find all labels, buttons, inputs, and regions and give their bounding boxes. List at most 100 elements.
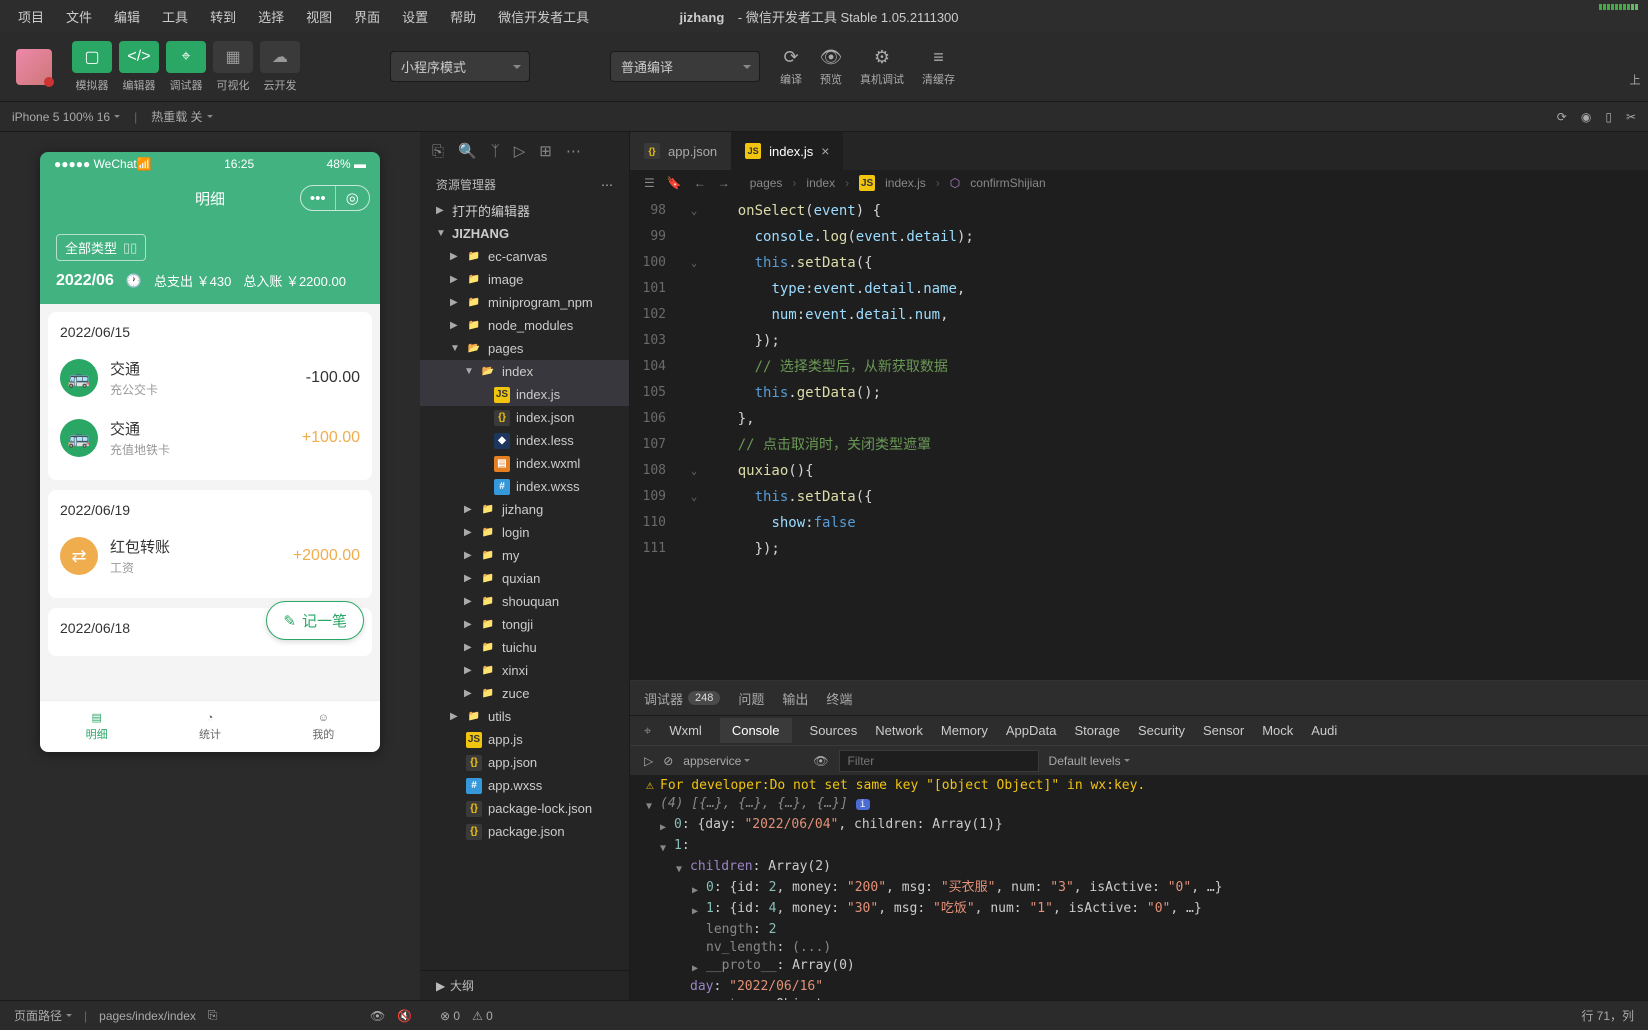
tree-item-xinxi[interactable]: ▶📁xinxi xyxy=(420,659,629,682)
type-filter-button[interactable]: 全部类型 ▯▯ xyxy=(56,234,146,261)
tree-item-utils[interactable]: ▶📁utils xyxy=(420,705,629,728)
volume-icon[interactable]: 🔇 xyxy=(397,1009,412,1023)
user-avatar[interactable] xyxy=(16,49,52,85)
visual-toggle[interactable]: ▦可视化 xyxy=(213,41,253,93)
hotreload-select[interactable]: 热重载 关 xyxy=(151,108,212,125)
devtools-subtab-mock[interactable]: Mock xyxy=(1262,718,1293,743)
tree-item-zuce[interactable]: ▶📁zuce xyxy=(420,682,629,705)
tree-item-login[interactable]: ▶📁login xyxy=(420,521,629,544)
tree-item-index.wxml[interactable]: ▤index.wxml xyxy=(420,452,629,475)
code-editor[interactable]: 98⌄ onSelect(event) {99 console.log(even… xyxy=(630,196,1648,680)
capsule-buttons[interactable]: •••◎ xyxy=(300,185,370,211)
menu-goto[interactable]: 转到 xyxy=(200,3,246,30)
tab-stats[interactable]: ◔统计 xyxy=(153,701,266,752)
simulator-toggle[interactable]: ▢模拟器 xyxy=(72,41,112,93)
editor-tab-index.js[interactable]: JS index.js× xyxy=(731,132,843,170)
device-icon[interactable]: ▯ xyxy=(1605,110,1612,124)
devtools-subtab-sensor[interactable]: Sensor xyxy=(1203,718,1244,743)
clear-cache-button[interactable]: ≡清缓存 xyxy=(922,46,955,87)
more-icon[interactable]: ⋯ xyxy=(566,142,581,160)
bc-pages[interactable]: pages xyxy=(750,176,783,190)
toggle-panel-icon[interactable]: ☰ xyxy=(644,176,655,190)
preview-button[interactable]: 👁预览 xyxy=(820,46,842,87)
git-icon[interactable]: ᛉ xyxy=(491,143,500,160)
dt-tab-problems[interactable]: 问题 xyxy=(738,689,764,708)
remote-debug-button[interactable]: ⚙真机调试 xyxy=(860,46,904,87)
compile-dropdown[interactable]: 普通编译 xyxy=(610,51,760,82)
compile-button[interactable]: ⟳编译 xyxy=(780,46,802,87)
menu-view[interactable]: 视图 xyxy=(296,3,342,30)
tree-item-my[interactable]: ▶📁my xyxy=(420,544,629,567)
search-icon[interactable]: 🔍 xyxy=(458,142,477,160)
devtools-subtab-console[interactable]: Console xyxy=(720,718,792,743)
warning-count[interactable]: ⚠ 0 xyxy=(472,1009,493,1023)
ext-icon[interactable]: ⊞ xyxy=(539,142,552,160)
record-item[interactable]: ⇄红包转账工资+2000.00 xyxy=(60,526,360,586)
forward-icon[interactable]: → xyxy=(718,176,730,190)
inspect-icon[interactable]: ⌖ xyxy=(644,723,651,739)
tree-item-index.js[interactable]: JSindex.js xyxy=(420,383,629,406)
dt-tab-debugger[interactable]: 调试器248 xyxy=(644,689,720,708)
tree-item-package-lock.json[interactable]: {}package-lock.json xyxy=(420,797,629,820)
outline-section[interactable]: ▶大纲 xyxy=(420,970,629,1000)
copy-icon[interactable]: ⎘ xyxy=(208,1008,218,1023)
tree-item-app.wxss[interactable]: #app.wxss xyxy=(420,774,629,797)
records-scroll[interactable]: 2022/06/15🚌交通充公交卡-100.00🚌交通充值地铁卡+100.002… xyxy=(40,304,380,700)
tree-item-tongji[interactable]: ▶📁tongji xyxy=(420,613,629,636)
menu-help[interactable]: 帮助 xyxy=(440,3,486,30)
bc-index[interactable]: index xyxy=(806,176,835,190)
menu-file[interactable]: 文件 xyxy=(56,3,102,30)
page-path-label[interactable]: 页面路径 xyxy=(14,1007,72,1024)
devtools-subtab-wxml[interactable]: Wxml xyxy=(669,718,702,743)
menu-edit[interactable]: 编辑 xyxy=(104,3,150,30)
eye-icon[interactable]: 👁 xyxy=(813,754,828,768)
device-select[interactable]: iPhone 5 100% 16 xyxy=(12,110,120,124)
tree-item-index[interactable]: ▼📂index xyxy=(420,360,629,383)
more-icon[interactable]: ••• xyxy=(301,186,336,210)
refresh-icon[interactable]: ⟳ xyxy=(1557,110,1567,124)
cut-icon[interactable]: ✂ xyxy=(1626,110,1636,124)
bookmark-icon[interactable]: 🔖 xyxy=(667,176,682,190)
tab-my[interactable]: ☺我的 xyxy=(267,701,380,752)
tree-item-pages[interactable]: ▼📂pages xyxy=(420,337,629,360)
tree-item-package.json[interactable]: {}package.json xyxy=(420,820,629,843)
tab-detail[interactable]: ▤明细 xyxy=(40,701,153,752)
devtools-subtab-appdata[interactable]: AppData xyxy=(1006,718,1057,743)
tree-item-miniprogram_npm[interactable]: ▶📁miniprogram_npm xyxy=(420,291,629,314)
tree-item-quxian[interactable]: ▶📁quxian xyxy=(420,567,629,590)
error-count[interactable]: ⊗ 0 xyxy=(440,1009,460,1023)
tree-item-jizhang[interactable]: ▶📁jizhang xyxy=(420,498,629,521)
add-record-button[interactable]: ✎ 记一笔 xyxy=(266,601,364,640)
cloud-dev-button[interactable]: ☁云开发 xyxy=(260,41,300,93)
menu-select[interactable]: 选择 xyxy=(248,3,294,30)
tree-item-index.less[interactable]: ◆index.less xyxy=(420,429,629,452)
open-editors-section[interactable]: ▶打开的编辑器 xyxy=(420,199,629,222)
dt-tab-terminal[interactable]: 终端 xyxy=(826,689,852,708)
levels-dropdown[interactable]: Default levels xyxy=(1049,754,1130,768)
tree-item-node_modules[interactable]: ▶📁node_modules xyxy=(420,314,629,337)
editor-tab-app.json[interactable]: {} app.json xyxy=(630,132,731,170)
dt-tab-output[interactable]: 输出 xyxy=(782,689,808,708)
tree-item-app.json[interactable]: {}app.json xyxy=(420,751,629,774)
record-icon[interactable]: ◉ xyxy=(1581,110,1591,124)
menu-project[interactable]: 项目 xyxy=(8,3,54,30)
close-icon[interactable]: ◎ xyxy=(336,186,370,210)
back-icon[interactable]: ← xyxy=(694,176,706,190)
record-item[interactable]: 🚌交通充值地铁卡+100.00 xyxy=(60,408,360,468)
month-picker[interactable]: 2022/06 xyxy=(56,272,114,290)
menu-wechat-devtools[interactable]: 微信开发者工具 xyxy=(488,3,599,30)
menu-settings[interactable]: 设置 xyxy=(392,3,438,30)
tree-item-index.wxss[interactable]: #index.wxss xyxy=(420,475,629,498)
tree-item-ec-canvas[interactable]: ▶📁ec-canvas xyxy=(420,245,629,268)
devtools-subtab-sources[interactable]: Sources xyxy=(810,718,858,743)
tree-item-tuichu[interactable]: ▶📁tuichu xyxy=(420,636,629,659)
mode-dropdown[interactable]: 小程序模式 xyxy=(390,51,530,82)
devtools-subtab-security[interactable]: Security xyxy=(1138,718,1185,743)
project-root[interactable]: ▼JIZHANG xyxy=(420,222,629,245)
console-output[interactable]: ⚠For developer:Do not set same key "[obj… xyxy=(630,775,1648,1000)
upload-button[interactable]: 上 xyxy=(1624,46,1646,87)
debugger-toggle[interactable]: ⌖调试器 xyxy=(166,41,206,93)
files-icon[interactable]: ⎘ xyxy=(432,143,444,160)
debug-icon[interactable]: ▷ xyxy=(514,142,526,160)
devtools-subtab-memory[interactable]: Memory xyxy=(941,718,988,743)
